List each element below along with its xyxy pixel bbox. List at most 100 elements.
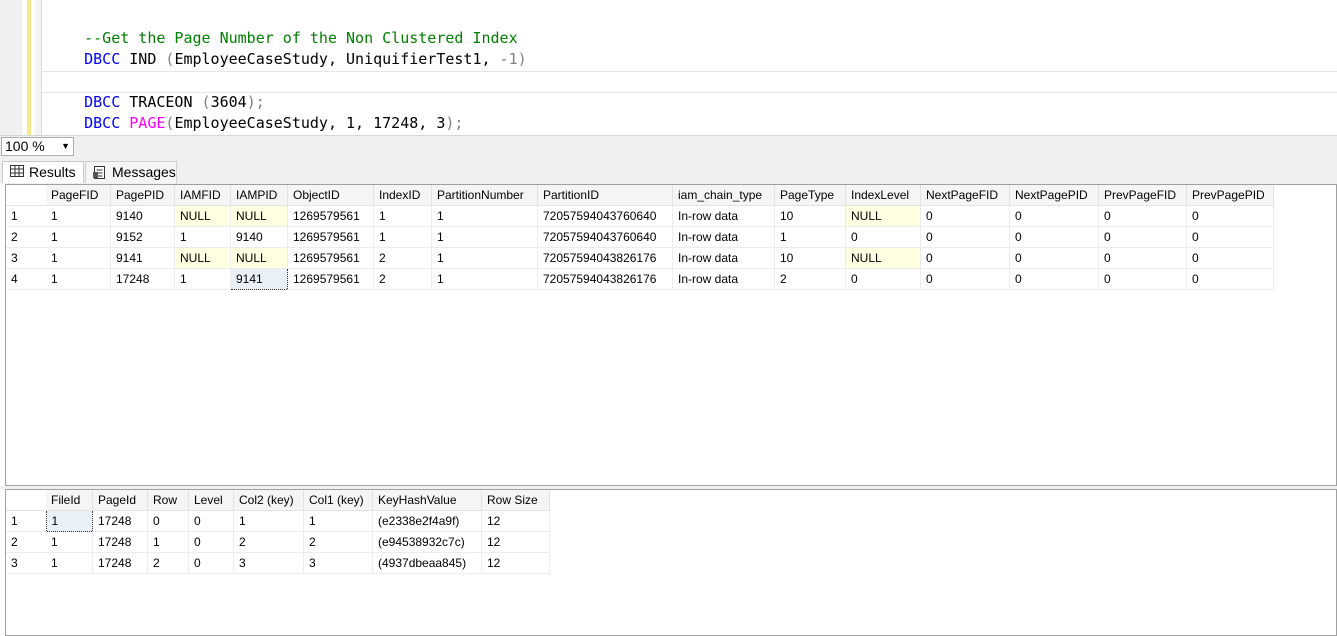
table-cell[interactable]: In-row data <box>672 226 775 248</box>
table-cell[interactable]: 1269579561 <box>287 268 374 290</box>
row-number[interactable]: 2 <box>6 226 46 248</box>
table-cell[interactable]: 1 <box>46 552 93 574</box>
table-cell[interactable]: 0 <box>845 268 921 290</box>
table-cell[interactable]: NULL <box>845 205 921 227</box>
table-cell[interactable]: NULL <box>230 205 288 227</box>
table-cell[interactable]: 1 <box>147 531 189 553</box>
table-cell[interactable]: NULL <box>174 247 231 269</box>
table-cell[interactable]: 1 <box>46 205 111 227</box>
table-cell[interactable]: 0 <box>1098 268 1187 290</box>
table-cell[interactable]: NULL <box>230 247 288 269</box>
column-header[interactable]: Col2 (key) <box>233 490 304 511</box>
table-cell[interactable]: 2 <box>774 268 846 290</box>
query-editor[interactable]: --Get the Page Number of the Non Cluster… <box>0 0 1337 135</box>
table-cell[interactable]: 17248 <box>110 268 175 290</box>
table-row[interactable]: 1 1 17248 0 0 1 1 (e2338e2f4a9f) 12 <box>6 510 550 532</box>
row-number[interactable]: 2 <box>6 531 46 553</box>
table-cell[interactable]: 1 <box>174 226 231 248</box>
table-cell[interactable]: 1269579561 <box>287 247 374 269</box>
table-cell[interactable]: (4937dbeaa845) <box>372 552 482 574</box>
table-cell[interactable]: 17248 <box>92 552 148 574</box>
column-header[interactable]: PrevPagePID <box>1186 185 1274 206</box>
column-header[interactable]: PartitionNumber <box>431 185 538 206</box>
table-cell[interactable]: 0 <box>920 226 1010 248</box>
table-cell[interactable]: 1 <box>46 226 111 248</box>
tab-results[interactable]: Results <box>2 161 84 183</box>
table-cell[interactable]: 1 <box>373 205 432 227</box>
row-number[interactable]: 3 <box>6 552 46 574</box>
table-cell[interactable]: 12 <box>481 531 550 553</box>
table-cell[interactable]: 1 <box>431 205 538 227</box>
column-header[interactable]: IndexID <box>373 185 432 206</box>
column-header[interactable]: KeyHashValue <box>372 490 482 511</box>
table-cell[interactable]: In-row data <box>672 247 775 269</box>
tab-messages[interactable]: Messages <box>85 161 177 183</box>
table-cell[interactable]: 1 <box>46 247 111 269</box>
results-grid-page[interactable]: FileId PageId Row Level Col2 (key) Col1 (key)… <box>5 489 1337 636</box>
table-cell[interactable]: 72057594043760640 <box>537 226 673 248</box>
table-cell[interactable]: 2 <box>303 531 373 553</box>
column-header[interactable]: Col1 (key) <box>303 490 373 511</box>
table-cell[interactable]: 0 <box>1009 247 1099 269</box>
table-cell[interactable]: 17248 <box>92 531 148 553</box>
table-cell[interactable]: 1 <box>233 510 304 532</box>
row-number[interactable]: 4 <box>6 268 46 290</box>
table-cell[interactable]: 0 <box>1009 268 1099 290</box>
table-cell[interactable]: 17248 <box>92 510 148 532</box>
row-number-header[interactable] <box>6 490 46 511</box>
column-header[interactable]: ObjectID <box>287 185 374 206</box>
table-row[interactable]: 3 1 17248 2 0 3 3 (4937dbeaa845) 12 <box>6 552 550 574</box>
table-cell[interactable]: 10 <box>774 247 846 269</box>
column-header[interactable]: FileId <box>46 490 93 511</box>
table-cell[interactable]: 0 <box>147 510 189 532</box>
table-cell[interactable]: 1 <box>431 247 538 269</box>
table-cell[interactable]: 0 <box>920 247 1010 269</box>
table-cell[interactable]: 1269579561 <box>287 226 374 248</box>
results-grid-ind[interactable]: PageFID PagePID IAMFID IAMPID ObjectID IndexI… <box>5 184 1337 486</box>
table-cell[interactable]: 0 <box>1186 268 1274 290</box>
table-cell[interactable]: 0 <box>1186 226 1274 248</box>
table-cell[interactable]: 0 <box>920 268 1010 290</box>
table-cell[interactable]: 1 <box>774 226 846 248</box>
column-header[interactable]: PageType <box>774 185 846 206</box>
table-row[interactable]: 2 1 17248 1 0 2 2 (e94538932c7c) 12 <box>6 531 550 553</box>
table-cell[interactable]: 0 <box>1186 205 1274 227</box>
table-cell[interactable]: 1 <box>46 268 111 290</box>
table-cell[interactable]: 2 <box>147 552 189 574</box>
table-cell[interactable]: NULL <box>174 205 231 227</box>
table-cell[interactable]: 2 <box>373 247 432 269</box>
table-row[interactable]: 2 1 9152 1 9140 1269579561 1 1 72057594043760640… <box>6 226 1274 248</box>
table-cell[interactable]: 10 <box>774 205 846 227</box>
column-header[interactable]: IndexLevel <box>845 185 921 206</box>
table-cell[interactable]: 12 <box>481 510 550 532</box>
table-cell[interactable]: 1 <box>431 226 538 248</box>
table-row[interactable]: 1 1 9140 NULL NULL 1269579561 1 1 72057594043760… <box>6 205 1274 227</box>
column-header[interactable]: NextPageFID <box>920 185 1010 206</box>
table-cell[interactable]: 72057594043826176 <box>537 247 673 269</box>
column-header[interactable]: PagePID <box>110 185 175 206</box>
table-cell[interactable]: 9140 <box>230 226 288 248</box>
table-cell[interactable]: 0 <box>188 552 234 574</box>
table-cell[interactable]: 0 <box>1186 247 1274 269</box>
table-cell[interactable]: 3 <box>303 552 373 574</box>
table-cell[interactable]: 1 <box>431 268 538 290</box>
row-number-header[interactable] <box>6 185 46 206</box>
column-header[interactable]: NextPagePID <box>1009 185 1099 206</box>
table-cell[interactable]: 1 <box>45 510 93 532</box>
table-cell[interactable]: 9141 <box>110 247 175 269</box>
table-cell[interactable]: 0 <box>1009 226 1099 248</box>
table-row[interactable]: 4 1 17248 1 9141 1269579561 2 1 7205759404382617… <box>6 268 1274 290</box>
table-cell[interactable]: In-row data <box>672 268 775 290</box>
column-header[interactable]: Level <box>188 490 234 511</box>
column-header[interactable]: Row Size <box>481 490 550 511</box>
column-header[interactable]: PartitionID <box>537 185 673 206</box>
row-number[interactable]: 1 <box>6 205 46 227</box>
table-cell[interactable]: 0 <box>188 510 234 532</box>
table-cell[interactable]: (e2338e2f4a9f) <box>372 510 482 532</box>
table-cell[interactable]: 9141 <box>230 268 288 290</box>
table-cell[interactable]: 72057594043826176 <box>537 268 673 290</box>
table-cell[interactable]: In-row data <box>672 205 775 227</box>
table-cell[interactable]: (e94538932c7c) <box>372 531 482 553</box>
table-cell[interactable]: 1 <box>174 268 231 290</box>
table-cell[interactable]: 12 <box>481 552 550 574</box>
